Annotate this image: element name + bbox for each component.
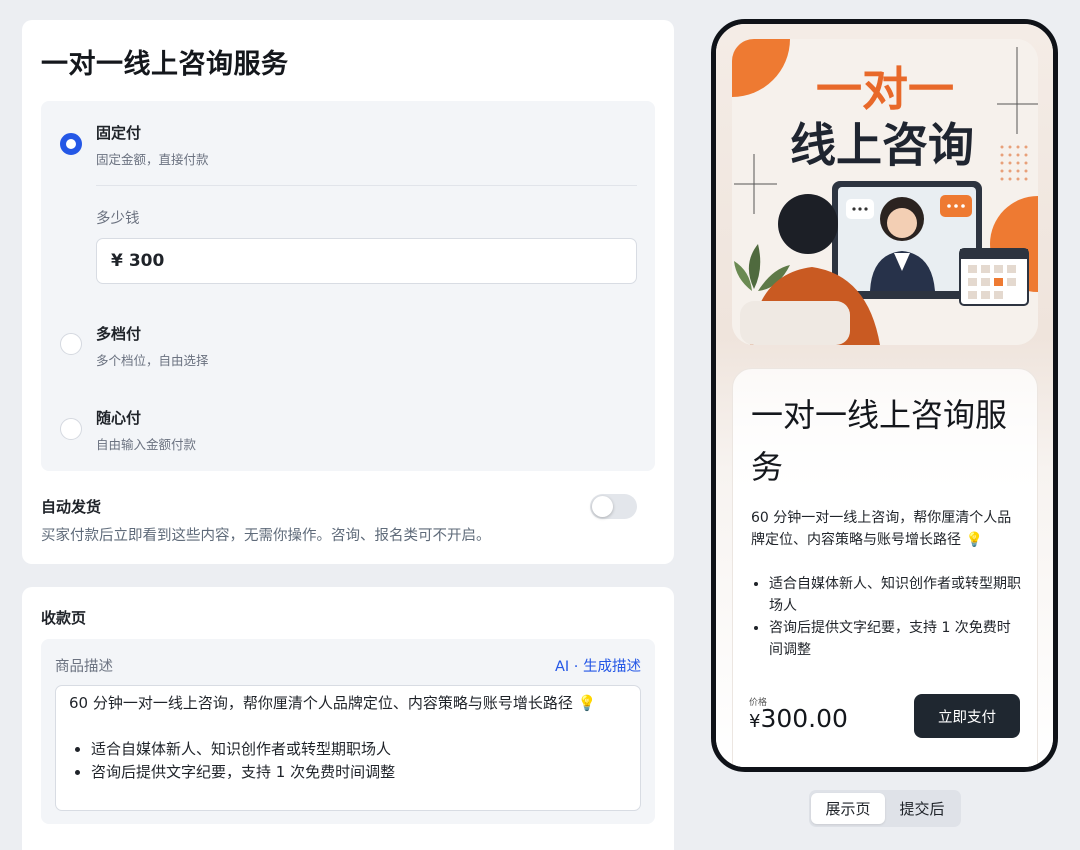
checkout-page-card: 收款页 商品描述 AI · 生成描述 60 分钟一对一线上咨询，帮你厘清个人品牌… — [22, 587, 674, 850]
divider — [96, 185, 637, 186]
payment-settings-card: 一对一线上咨询服务 固定付 固定金额，直接付款 多少钱 ¥ 300 多档付 多个… — [22, 20, 674, 564]
auto-ship-toggle[interactable] — [590, 494, 637, 519]
list-item: 咨询后提供文字纪要，支持 1 次免费时间调整 — [91, 761, 627, 784]
amount-label: 多少钱 — [96, 211, 140, 227]
tab-display-page[interactable]: 展示页 — [811, 793, 885, 824]
list-item: 适合自媒体新人、知识创作者或转型期职场人 — [91, 738, 627, 761]
page-title: 一对一线上咨询服务 — [41, 49, 289, 80]
consultation-illustration: 一对一 线上咨询 — [732, 39, 1038, 345]
product-bullets: 适合自媒体新人、知识创作者或转型期职场人 咨询后提供文字纪要，支持 1 次免费时… — [769, 573, 1021, 661]
phone-preview: 一对一 线上咨询 一对一线上咨询服务 60 分钟一对一线上咨询，帮你厘清个人品牌… — [711, 19, 1058, 772]
auto-ship-title: 自动发货 — [41, 498, 102, 516]
description-textarea[interactable]: 60 分钟一对一线上咨询，帮你厘清个人品牌定位、内容策略与账号增长路径 💡 适合… — [55, 685, 641, 811]
ai-generate-description-link[interactable]: AI · 生成描述 — [555, 655, 641, 676]
toggle-knob — [592, 496, 613, 517]
radio-free-pay[interactable] — [60, 418, 82, 440]
poster-image: 一对一 线上咨询 — [732, 39, 1038, 345]
description-paragraph: 60 分钟一对一线上咨询，帮你厘清个人品牌定位、内容策略与账号增长路径 💡 — [69, 694, 597, 712]
product-info-card: 一对一线上咨询服务 60 分钟一对一线上咨询，帮你厘清个人品牌定位、内容策略与账… — [732, 368, 1038, 767]
product-title: 一对一线上咨询服务 — [751, 396, 1008, 486]
auto-ship-desc: 买家付款后立即看到这些内容，无需你操作。咨询、报名类可不开启。 — [41, 528, 491, 544]
preview-tabs: 展示页 提交后 — [809, 790, 961, 827]
price-currency: ¥ — [749, 711, 761, 732]
poster-title-line1: 一对一 — [816, 62, 954, 116]
description-list: 适合自媒体新人、知识创作者或转型期职场人 咨询后提供文字纪要，支持 1 次免费时… — [69, 738, 627, 784]
payment-type-group: 固定付 固定金额，直接付款 多少钱 ¥ 300 多档付 多个档位，自由选择 随心… — [41, 101, 655, 471]
list-item: 适合自媒体新人、知识创作者或转型期职场人 — [769, 573, 1021, 617]
radio-fixed-pay[interactable] — [60, 133, 82, 155]
option-tiered-pay-title[interactable]: 多档付 — [96, 323, 141, 344]
section-title: 收款页 — [41, 609, 87, 627]
option-free-pay-title[interactable]: 随心付 — [96, 407, 141, 428]
amount-value[interactable]: 300 — [129, 251, 165, 271]
description-label: 商品描述 — [55, 659, 113, 675]
list-item: 咨询后提供文字纪要，支持 1 次免费时间调整 — [769, 617, 1021, 661]
option-tiered-pay-desc: 多个档位，自由选择 — [96, 353, 209, 368]
tab-after-submit[interactable]: 提交后 — [885, 793, 959, 824]
pay-now-button[interactable]: 立即支付 — [914, 694, 1020, 738]
option-free-pay-desc: 自由输入金额付款 — [96, 437, 197, 452]
poster-title-line2: 线上咨询 — [790, 118, 974, 172]
product-description: 60 分钟一对一线上咨询，帮你厘清个人品牌定位、内容策略与账号增长路径 💡 — [751, 510, 1012, 548]
option-fixed-pay-title[interactable]: 固定付 — [96, 122, 141, 143]
price-amount: 300.00 — [760, 704, 848, 733]
radio-tiered-pay[interactable] — [60, 333, 82, 355]
option-fixed-pay-desc: 固定金额，直接付款 — [96, 152, 209, 167]
amount-input[interactable]: ¥ 300 — [96, 238, 637, 284]
currency-symbol: ¥ — [111, 251, 123, 271]
description-section: 商品描述 AI · 生成描述 60 分钟一对一线上咨询，帮你厘清个人品牌定位、内… — [41, 639, 655, 824]
price-value: ¥300.00 — [749, 704, 848, 733]
